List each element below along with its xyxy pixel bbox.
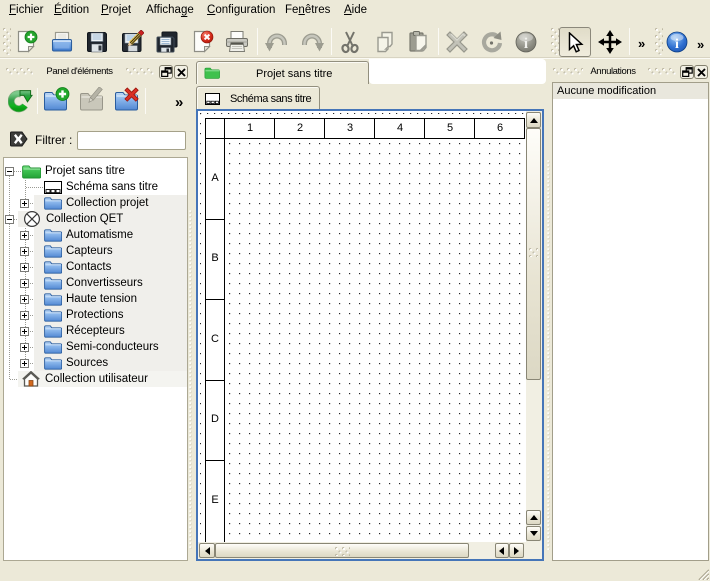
svg-text:i: i: [524, 36, 528, 52]
svg-text:i: i: [675, 37, 679, 52]
